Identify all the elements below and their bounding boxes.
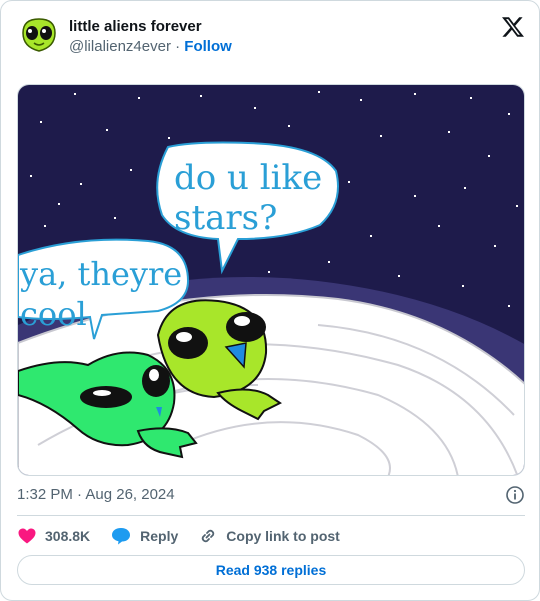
handle-row: @lilalienz4ever · Follow: [69, 37, 232, 57]
bubble-top-line1: do u like: [174, 158, 322, 198]
timestamp-row: 1:32 PM · Aug 26, 2024: [17, 485, 525, 505]
info-icon[interactable]: [505, 485, 525, 505]
reply-label: Reply: [140, 528, 179, 544]
read-replies-label: Read 938 replies: [215, 562, 327, 578]
like-button[interactable]: 308.8K: [17, 526, 90, 546]
embedded-post: little aliens forever @lilalienz4ever · …: [0, 0, 540, 601]
copy-link-label: Copy link to post: [226, 528, 340, 544]
x-logo-icon[interactable]: [501, 15, 525, 39]
copy-link-button[interactable]: Copy link to post: [198, 526, 340, 546]
post-image[interactable]: do u like stars? ya, theyre cool: [17, 84, 525, 476]
read-replies-button[interactable]: Read 938 replies: [17, 555, 525, 585]
bubble-left-line1: ya, theyre: [19, 255, 182, 293]
reply-button[interactable]: Reply: [110, 526, 178, 546]
heart-icon: [18, 528, 36, 544]
avatar[interactable]: [17, 13, 61, 57]
user-handle[interactable]: @lilalienz4ever: [69, 38, 171, 55]
comic-illustration: do u like stars? ya, theyre cool: [18, 85, 524, 475]
like-count: 308.8K: [45, 528, 91, 544]
reply-bubble-icon: [112, 528, 131, 545]
action-bar: 308.8K Reply Copy link to post: [17, 524, 360, 548]
follow-button[interactable]: Follow: [184, 38, 232, 55]
divider: [17, 515, 525, 516]
display-name[interactable]: little aliens forever: [69, 17, 232, 37]
bubble-left-line2: cool: [20, 295, 87, 333]
bubble-top-line2: stars?: [174, 198, 277, 238]
post-timestamp[interactable]: 1:32 PM · Aug 26, 2024: [17, 486, 175, 503]
separator: ·: [175, 38, 181, 55]
user-info: little aliens forever @lilalienz4ever · …: [69, 17, 232, 57]
link-icon: [202, 529, 215, 543]
post-header: little aliens forever @lilalienz4ever · …: [17, 13, 525, 63]
